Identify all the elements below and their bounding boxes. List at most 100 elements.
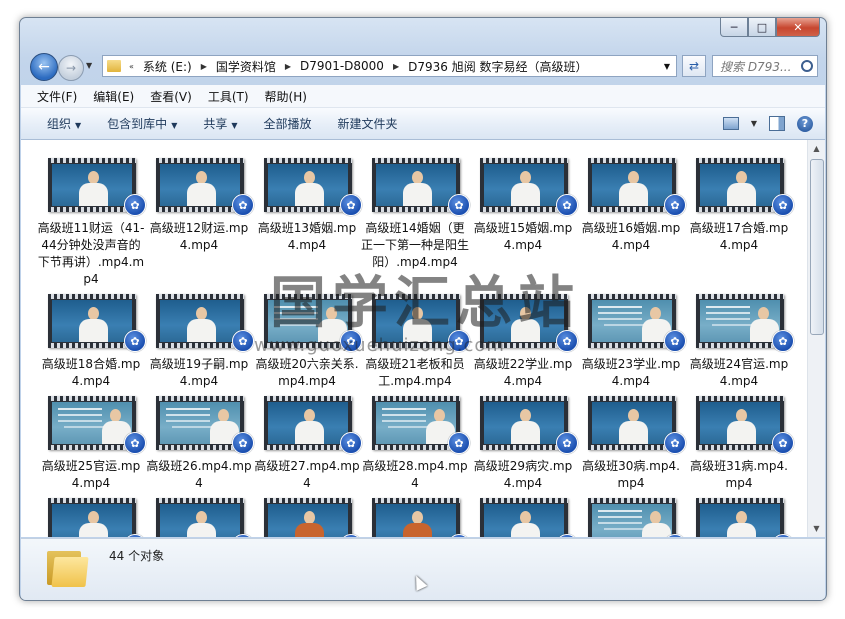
view-dropdown-icon[interactable]: ▼: [751, 119, 757, 128]
breadcrumb-arrow-icon[interactable]: ▶: [389, 62, 403, 71]
navigation-row: ← → ▼ « 系统 (E:) ▶ 国学资料馆 ▶ D7901-D8000 ▶ …: [28, 51, 818, 81]
video-frame: [160, 504, 240, 537]
search-placeholder: 搜索 D793...: [720, 59, 792, 74]
video-frame: [700, 402, 780, 444]
file-item[interactable]: ✿: [577, 488, 686, 537]
video-thumbnail: ✿: [588, 294, 686, 352]
blackboard-writing: [598, 306, 642, 308]
menu-view[interactable]: 查看(V): [142, 88, 200, 105]
filmstrip-frame: [372, 158, 460, 212]
filmstrip-frame: [372, 498, 460, 537]
video-frame: [160, 300, 240, 342]
file-item[interactable]: ✿: [37, 488, 146, 537]
presenter-body: [511, 523, 540, 537]
breadcrumb-current[interactable]: D7936 旭阅 数字易经（高级班）: [403, 58, 592, 75]
blackboard-writing: [166, 408, 210, 410]
item-count: 44 个对象: [109, 549, 165, 563]
file-name: 高级班12财运.mp4.mp4: [149, 221, 249, 252]
video-thumbnail: ✿: [480, 158, 578, 216]
video-frame: [52, 300, 132, 342]
video-thumbnail: ✿: [264, 498, 362, 537]
file-name: 高级班28.mp4.mp4: [362, 459, 468, 490]
file-item[interactable]: ✿ 高级班12财运.mp4.mp4: [145, 148, 254, 278]
minimize-button[interactable]: ─: [720, 18, 748, 37]
filmstrip-frame: [156, 294, 244, 348]
file-item[interactable]: ✿ 高级班17合婚.mp4.mp4: [685, 148, 794, 278]
presenter-body: [642, 523, 671, 537]
video-thumbnail: ✿: [156, 498, 254, 537]
preview-pane-icon[interactable]: [769, 116, 785, 131]
refresh-button[interactable]: ⇄: [682, 55, 706, 77]
breadcrumb-folder-2[interactable]: D7901-D8000: [295, 59, 389, 73]
file-name: 高级班19子嗣.mp4.mp4: [149, 357, 249, 388]
file-item[interactable]: ✿ 高级班11财运（41-44分钟处没声音的下节再讲）.mp4.mp4: [37, 148, 146, 286]
media-player-icon: ✿: [124, 194, 146, 216]
video-thumbnail: ✿: [156, 294, 254, 352]
breadcrumb-arrow-icon[interactable]: ▶: [197, 62, 211, 71]
breadcrumb-arrow-icon[interactable]: ▶: [281, 62, 295, 71]
breadcrumb-drive[interactable]: 系统 (E:): [138, 58, 197, 75]
video-frame: [376, 402, 456, 444]
video-thumbnail: ✿: [48, 294, 146, 352]
video-thumbnail: ✿: [696, 158, 794, 216]
blackboard-writing: [58, 408, 102, 410]
file-name: 高级班21老板和员工.mp4.mp4: [365, 357, 465, 388]
media-player-icon: ✿: [664, 194, 686, 216]
view-controls: ▼ ?: [722, 115, 825, 132]
search-icon[interactable]: [801, 60, 813, 72]
video-frame: [160, 402, 240, 444]
file-item[interactable]: ✿: [469, 488, 578, 537]
file-name: 高级班13婚姻.mp4.mp4: [257, 221, 357, 252]
search-input[interactable]: 搜索 D793...: [712, 55, 818, 77]
forward-button[interactable]: →: [58, 55, 84, 81]
organize-button[interactable]: 组织 ▼: [21, 115, 94, 132]
change-view-icon[interactable]: [722, 117, 739, 130]
filmstrip-frame: [156, 158, 244, 212]
presenter-body: [727, 183, 756, 206]
scroll-up-icon[interactable]: ▲: [808, 140, 825, 157]
scrollbar-thumb[interactable]: [810, 159, 824, 335]
breadcrumb-folder-1[interactable]: 国学资料馆: [211, 58, 281, 75]
media-player-icon: ✿: [232, 194, 254, 216]
presenter-body: [79, 523, 108, 537]
scroll-down-icon[interactable]: ▼: [808, 520, 825, 537]
include-library-button[interactable]: 包含到库中 ▼: [94, 115, 190, 132]
back-button[interactable]: ←: [30, 53, 58, 81]
new-folder-button[interactable]: 新建文件夹: [325, 115, 411, 132]
file-item[interactable]: ✿: [253, 488, 362, 537]
presenter-body: [79, 183, 108, 206]
menu-tools[interactable]: 工具(T): [200, 88, 257, 105]
file-item[interactable]: ✿ 高级班16婚姻.mp4.mp4: [577, 148, 686, 278]
menu-file[interactable]: 文件(F): [21, 88, 85, 105]
maximize-button[interactable]: □: [748, 18, 776, 37]
address-bar[interactable]: « 系统 (E:) ▶ 国学资料馆 ▶ D7901-D8000 ▶ D7936 …: [102, 55, 677, 77]
close-button[interactable]: ✕: [776, 18, 820, 37]
command-bar: 组织 ▼ 包含到库中 ▼ 共享 ▼ 全部播放 新建文件夹 ▼ ?: [21, 108, 825, 140]
vertical-scrollbar[interactable]: ▲ ▼: [807, 140, 825, 537]
video-thumbnail: ✿: [264, 396, 362, 454]
play-all-button[interactable]: 全部播放: [251, 115, 325, 132]
video-thumbnail: ✿: [696, 294, 794, 352]
file-item[interactable]: ✿: [685, 488, 794, 537]
media-player-icon: ✿: [448, 432, 470, 454]
file-name: 高级班23学业.mp4.mp4: [581, 357, 681, 388]
presenter-body: [727, 523, 756, 537]
presenter-body: [187, 319, 216, 342]
filmstrip-frame: [48, 294, 136, 348]
video-thumbnail: ✿: [696, 498, 794, 537]
file-item[interactable]: ✿: [145, 488, 254, 537]
video-thumbnail: ✿: [48, 396, 146, 454]
video-thumbnail: ✿: [588, 396, 686, 454]
help-icon[interactable]: ?: [797, 115, 813, 132]
file-name: 高级班18合婚.mp4.mp4: [41, 357, 141, 388]
file-item[interactable]: ✿: [361, 488, 470, 537]
filmstrip-frame: [696, 396, 784, 450]
video-thumbnail: ✿: [156, 396, 254, 454]
recent-pages-dropdown[interactable]: ▼: [86, 61, 92, 70]
address-dropdown-icon[interactable]: ▼: [658, 62, 676, 71]
double-chevron-icon[interactable]: «: [125, 62, 138, 71]
menu-edit[interactable]: 编辑(E): [85, 88, 142, 105]
filmstrip-frame: [480, 498, 568, 537]
share-button[interactable]: 共享 ▼: [190, 115, 250, 132]
menu-help[interactable]: 帮助(H): [257, 88, 315, 105]
